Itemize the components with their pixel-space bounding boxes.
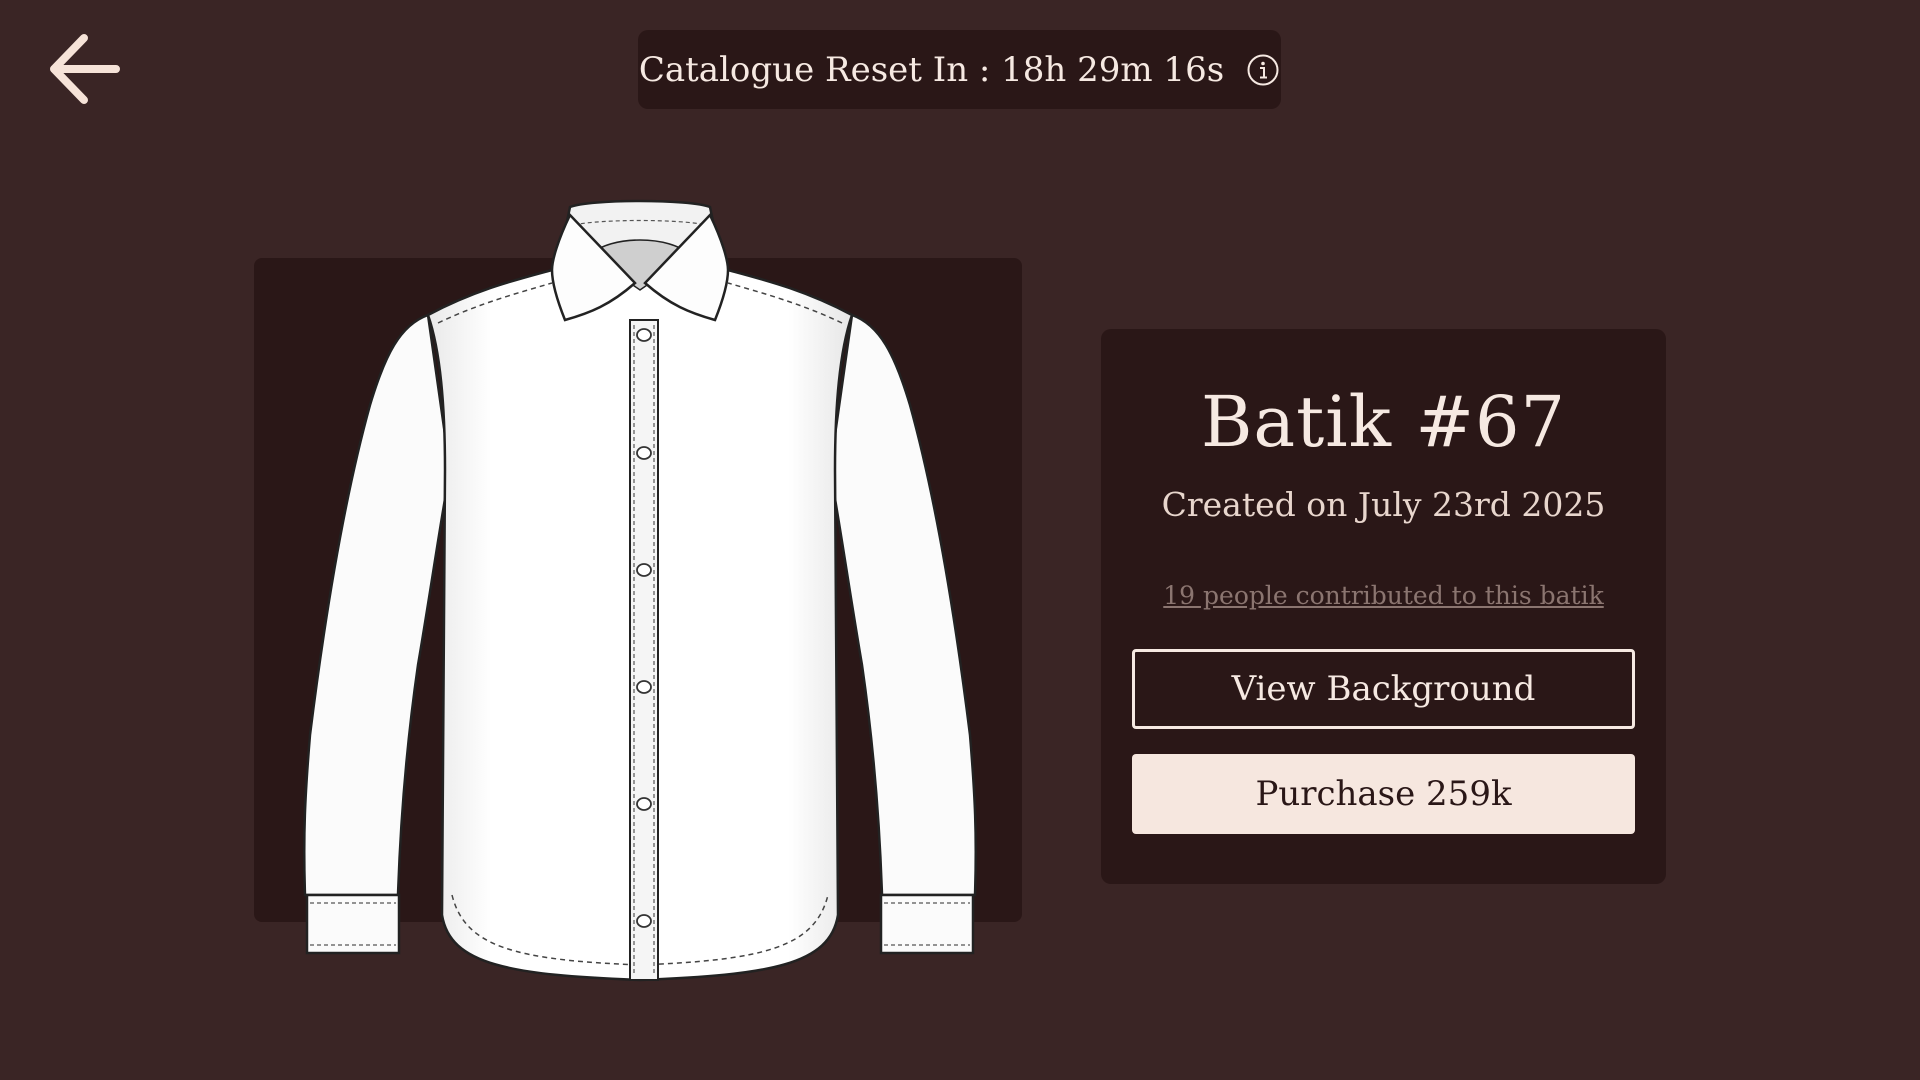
contributors-link[interactable]: 19 people contributed to this batik bbox=[1101, 581, 1666, 610]
back-button[interactable] bbox=[44, 30, 124, 110]
info-icon[interactable] bbox=[1246, 53, 1280, 87]
view-background-button[interactable]: View Background bbox=[1132, 649, 1635, 729]
batik-details-card: Batik #67 Created on July 23rd 2025 19 p… bbox=[1101, 329, 1666, 884]
timer-text: Catalogue Reset In : 18h 29m 16s bbox=[638, 49, 1225, 90]
purchase-button[interactable]: Purchase 259k bbox=[1132, 754, 1635, 834]
catalogue-reset-timer: Catalogue Reset In : 18h 29m 16s bbox=[638, 30, 1281, 109]
batik-title: Batik #67 bbox=[1200, 381, 1567, 463]
shirt-illustration bbox=[302, 199, 978, 982]
arrow-left-icon bbox=[50, 34, 120, 104]
created-date: Created on July 23rd 2025 bbox=[1161, 485, 1606, 524]
